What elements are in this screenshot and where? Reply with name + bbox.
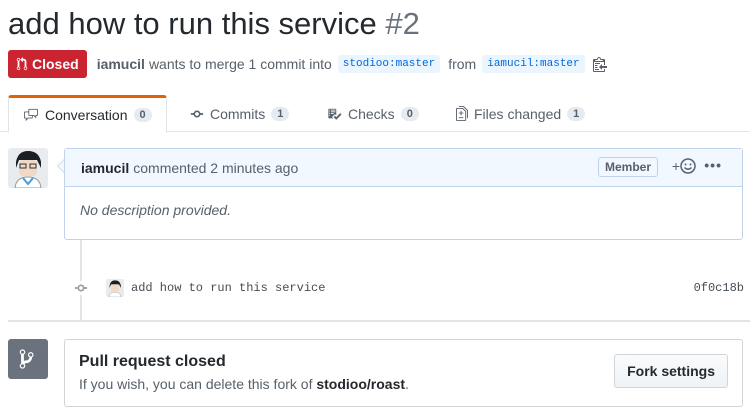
pr-author-link[interactable]: iamucil xyxy=(97,56,145,72)
pr-tabs: Conversation 0 Commits 1 Checks 0 Files … xyxy=(0,95,750,133)
fork-repo-name: stodioo/roast xyxy=(316,376,406,392)
tab-counter: 0 xyxy=(400,106,419,121)
file-diff-icon xyxy=(456,106,468,121)
comment-card: iamucil commented 2 minutes ago Member +… xyxy=(64,148,743,240)
clipboard-icon[interactable] xyxy=(592,56,607,72)
pr-summary-text: wants to merge 1 commit into xyxy=(148,56,332,72)
plus-text: + xyxy=(671,158,680,174)
tab-counter: 1 xyxy=(567,106,586,121)
closed-suffix: . xyxy=(405,376,409,392)
comment-author-link[interactable]: iamucil xyxy=(81,160,129,176)
tab-conversation[interactable]: Conversation 0 xyxy=(8,95,167,133)
comment-header: iamucil commented 2 minutes ago Member +… xyxy=(65,149,742,187)
avatar[interactable] xyxy=(8,148,48,188)
head-branch[interactable]: iamucil:master xyxy=(482,55,585,73)
commit-icon xyxy=(190,110,204,117)
checklist-icon xyxy=(328,108,342,120)
tab-label: Files changed xyxy=(474,105,562,122)
timeline-divider xyxy=(8,320,750,322)
add-reaction-button[interactable]: + xyxy=(672,158,696,174)
fork-settings-button[interactable]: Fork settings xyxy=(614,354,728,388)
pr-title: add how to run this service #2 xyxy=(8,2,420,46)
commit-message-link[interactable]: add how to run this service xyxy=(131,281,325,295)
tab-counter: 1 xyxy=(271,106,290,121)
commit-author-avatar[interactable] xyxy=(106,279,124,297)
comment-body: No description provided. xyxy=(80,202,231,218)
pr-number: #2 xyxy=(385,6,420,41)
pr-closed-panel: Pull request closed If you wish, you can… xyxy=(64,339,743,407)
comment-menu-button[interactable]: ••• xyxy=(704,157,722,173)
commit-item: add how to run this service 0f0c18b xyxy=(106,278,744,298)
closed-text: If you wish, you can delete this fork of xyxy=(79,376,313,392)
tab-label: Conversation xyxy=(45,107,128,123)
tab-files-changed[interactable]: Files changed 1 xyxy=(456,95,586,132)
git-branch-icon xyxy=(8,339,48,379)
pr-meta: Closed iamucil wants to merge 1 commit i… xyxy=(8,50,607,78)
tab-commits[interactable]: Commits 1 xyxy=(190,95,290,132)
pull-request-icon xyxy=(16,57,28,71)
from-text: from xyxy=(448,56,477,72)
status-badge: Closed xyxy=(8,50,87,78)
pr-title-text: add how to run this service xyxy=(8,6,377,41)
tab-label: Checks xyxy=(348,105,395,122)
tab-checks[interactable]: Checks 0 xyxy=(327,95,419,132)
timeline-line xyxy=(80,240,82,320)
comment-icon xyxy=(24,108,38,122)
tab-label: Commits xyxy=(210,105,266,122)
base-branch[interactable]: stodioo:master xyxy=(337,55,441,73)
tab-counter: 0 xyxy=(133,108,152,122)
git-commit-icon xyxy=(74,281,88,295)
status-label: Closed xyxy=(32,56,79,72)
member-badge: Member xyxy=(597,157,658,177)
commit-sha-link[interactable]: 0f0c18b xyxy=(694,281,744,295)
smiley-icon xyxy=(680,158,696,174)
comment-timestamp[interactable]: commented 2 minutes ago xyxy=(133,160,298,176)
